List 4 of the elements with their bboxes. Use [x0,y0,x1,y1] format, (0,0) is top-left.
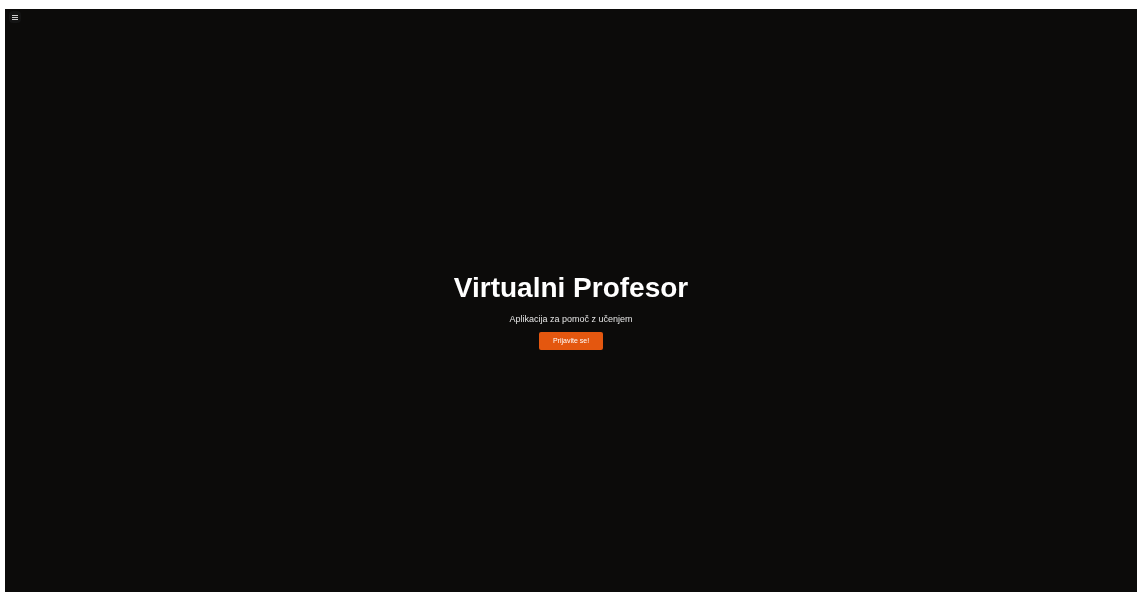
menu-icon [12,14,18,20]
menu-button[interactable] [9,11,21,23]
app-title: Virtualni Profesor [453,271,689,305]
app-subtitle: Aplikacija za pomoč z učenjem [509,313,633,325]
